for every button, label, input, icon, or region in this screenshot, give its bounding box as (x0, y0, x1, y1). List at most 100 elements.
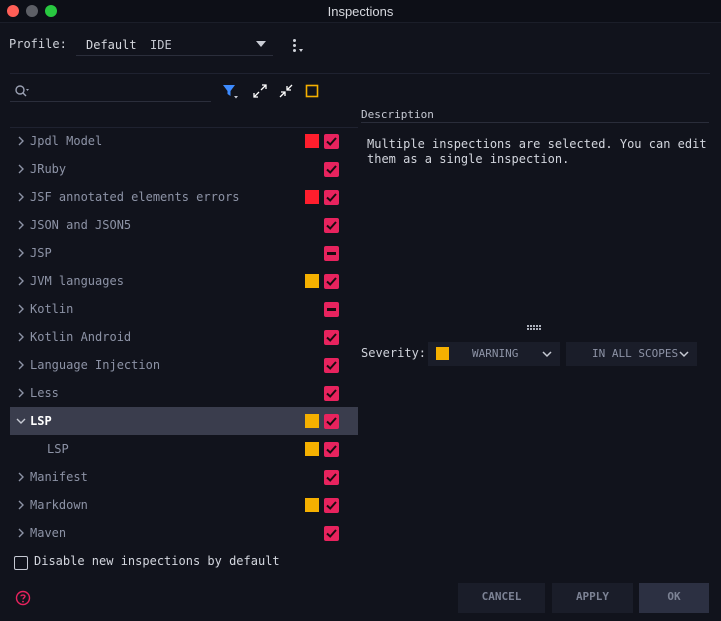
warning-severity-icon (305, 414, 319, 428)
enable-checkbox[interactable] (324, 218, 339, 233)
chevron-right-icon[interactable] (16, 276, 26, 286)
tree-row-label: JSP (30, 246, 52, 260)
tree-row-label: Markdown (30, 498, 88, 512)
search-input[interactable] (10, 80, 211, 102)
ok-button[interactable]: OK (639, 583, 709, 613)
reset-square-icon[interactable] (303, 82, 321, 100)
chevron-right-icon[interactable] (16, 332, 26, 342)
enable-checkbox[interactable] (324, 274, 339, 289)
checkmark-icon (326, 445, 337, 454)
chevron-right-icon[interactable] (16, 136, 26, 146)
enable-checkbox[interactable] (324, 442, 339, 457)
chevron-right-icon[interactable] (16, 500, 26, 510)
checkmark-icon (326, 165, 337, 174)
tree-row[interactable]: LSP (10, 435, 358, 463)
chevron-down-icon (679, 351, 689, 358)
tree-row[interactable]: Kotlin Android (10, 323, 358, 351)
tree-row-label: Kotlin Android (30, 330, 132, 344)
description-text: Multiple inspections are selected. You c… (367, 137, 707, 166)
tree-row[interactable]: JVM languages (10, 267, 358, 295)
enable-checkbox[interactable] (324, 386, 339, 401)
help-icon[interactable] (15, 590, 31, 606)
divider (361, 122, 709, 123)
tree-row[interactable]: Language Injection (10, 351, 358, 379)
chevron-right-icon[interactable] (16, 528, 26, 538)
enable-checkbox[interactable] (324, 162, 339, 177)
chevron-right-icon[interactable] (16, 388, 26, 398)
enable-checkbox[interactable] (324, 358, 339, 373)
collapse-all-icon[interactable] (277, 82, 295, 100)
enable-checkbox[interactable] (324, 302, 339, 317)
tree-row[interactable]: Kotlin (10, 295, 358, 323)
tree-row[interactable]: JSON and JSON5 (10, 211, 358, 239)
checkmark-icon (326, 277, 337, 286)
tree-row[interactable]: Manifest (10, 463, 358, 491)
inspection-tree: Jpdl Model JRuby JSF annotated elements er… (10, 127, 358, 547)
chevron-right-icon[interactable] (16, 304, 26, 314)
chevron-down-icon[interactable] (16, 416, 26, 426)
severity-label: Severity: (361, 346, 427, 360)
tree-row[interactable]: Markdown (10, 491, 358, 519)
expand-all-icon[interactable] (251, 82, 269, 100)
disable-new-inspections-checkbox[interactable] (14, 556, 28, 570)
search-icon (15, 85, 29, 97)
checkmark-icon (326, 529, 337, 538)
tree-row-label: Jpdl Model (30, 134, 103, 148)
tree-row-label: Manifest (30, 470, 88, 484)
chevron-right-icon[interactable] (16, 248, 26, 258)
apply-button[interactable]: APPLY (552, 583, 633, 613)
tree-row[interactable]: Maven (10, 519, 358, 547)
scope-dropdown[interactable]: IN ALL SCOPES (566, 342, 697, 366)
cancel-button[interactable]: CANCEL (458, 583, 545, 613)
tree-row-label: LSP (47, 442, 69, 456)
checkmark-icon (326, 389, 337, 398)
tree-row[interactable]: LSP (10, 407, 358, 435)
chevron-right-icon[interactable] (16, 164, 26, 174)
window-title: Inspections (327, 4, 394, 19)
tree-row-label: JSON and JSON5 (30, 218, 132, 232)
chevron-down-icon (256, 41, 266, 47)
checkmark-icon (326, 193, 337, 202)
error-severity-icon (305, 190, 319, 204)
checkmark-icon (326, 137, 337, 146)
tree-row[interactable]: Less (10, 379, 358, 407)
profile-name: Default (86, 38, 137, 52)
enable-checkbox[interactable] (324, 190, 339, 205)
title-bar: Inspections (0, 0, 721, 23)
enable-checkbox[interactable] (324, 414, 339, 429)
chevron-down-icon (542, 351, 552, 358)
warning-severity-icon (305, 498, 319, 512)
enable-checkbox[interactable] (324, 134, 339, 149)
divider (10, 73, 710, 74)
warning-severity-icon (305, 442, 319, 456)
enable-checkbox[interactable] (324, 470, 339, 485)
severity-dropdown[interactable]: WARNING (428, 342, 560, 366)
warning-severity-icon (305, 274, 319, 288)
chevron-right-icon[interactable] (16, 472, 26, 482)
chevron-right-icon[interactable] (16, 220, 26, 230)
more-options-icon[interactable] (290, 37, 304, 55)
checkmark-icon (326, 473, 337, 482)
tree-row[interactable]: JRuby (10, 155, 358, 183)
disable-new-inspections-label: Disable new inspections by default (34, 554, 280, 568)
enable-checkbox[interactable] (324, 526, 339, 541)
checkmark-icon (326, 501, 337, 510)
tree-row[interactable]: Jpdl Model (10, 127, 358, 155)
filter-icon[interactable] (221, 82, 239, 100)
enable-checkbox[interactable] (324, 330, 339, 345)
tree-row-label: JVM languages (30, 274, 124, 288)
drag-handle[interactable] (527, 325, 541, 331)
tree-row[interactable]: JSF annotated elements errors (10, 183, 358, 211)
checkmark-icon (326, 221, 337, 230)
severity-value: WARNING (472, 347, 519, 360)
chevron-right-icon[interactable] (16, 192, 26, 202)
checkmark-icon (326, 417, 337, 426)
error-severity-icon (305, 134, 319, 148)
enable-checkbox[interactable] (324, 498, 339, 513)
chevron-right-icon[interactable] (16, 360, 26, 370)
tree-row-label: Kotlin (30, 302, 74, 316)
profile-dropdown[interactable]: Default IDE (76, 35, 273, 56)
warning-severity-icon (436, 347, 449, 360)
enable-checkbox[interactable] (324, 246, 339, 261)
tree-row[interactable]: JSP (10, 239, 358, 267)
